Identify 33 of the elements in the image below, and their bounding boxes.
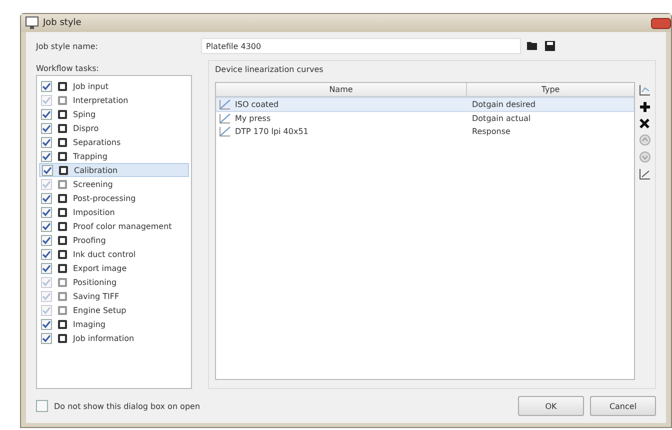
- dialog-button[interactable]: Cancel: [590, 396, 656, 416]
- task-item[interactable]: Imaging: [39, 317, 189, 331]
- table-row[interactable]: DTP 170 lpi 40x51 Response: [216, 125, 634, 138]
- table-cell-text: Dotgain desired: [471, 100, 537, 109]
- task-item[interactable]: Proof color management: [39, 219, 189, 233]
- input-field[interactable]: Platefile 4300: [201, 38, 521, 54]
- table-cell-text: Response: [471, 127, 512, 136]
- section-label: Device linearization curves: [215, 64, 324, 76]
- task-item[interactable]: Job input: [39, 79, 189, 93]
- task-item[interactable]: Imposition: [39, 205, 189, 219]
- task-item[interactable]: Export image: [39, 261, 189, 275]
- field-label: Job style name:: [36, 42, 99, 50]
- table-row[interactable]: ISO coated Dotgain desired: [216, 97, 634, 112]
- dialog-button[interactable]: OK: [518, 396, 584, 416]
- column-header[interactable]: Name: [216, 83, 467, 96]
- checkbox-label: Do not show this dialog box on open: [54, 402, 200, 410]
- column-header[interactable]: Type: [467, 83, 634, 96]
- task-item[interactable]: Trapping: [39, 149, 189, 163]
- task-item[interactable]: Ink duct control: [39, 247, 189, 261]
- table-cell: My press: [235, 114, 271, 123]
- table-cell: ISO coated: [235, 100, 279, 109]
- window-title: Job style: [43, 18, 82, 28]
- table-cell: DTP 170 lpi 40x51: [235, 127, 308, 136]
- task-item[interactable]: Dispro: [39, 121, 189, 135]
- task-item[interactable]: Separations: [39, 135, 189, 149]
- task-item[interactable]: Proofing: [39, 233, 189, 247]
- table-row[interactable]: My press Dotgain actual: [216, 112, 634, 125]
- section-label: Workflow tasks:: [36, 64, 100, 73]
- table-cell-text: Dotgain actual: [471, 114, 532, 123]
- task-item[interactable]: Job information: [39, 331, 189, 345]
- task-item[interactable]: Calibration: [39, 163, 189, 177]
- task-item[interactable]: Post-processing: [39, 191, 189, 205]
- task-item[interactable]: Sping: [39, 107, 189, 121]
